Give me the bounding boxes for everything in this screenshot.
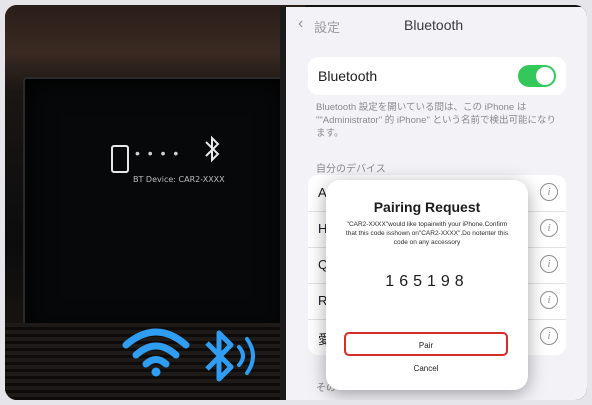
bluetooth-toggle-row: Bluetooth — [308, 57, 566, 95]
dialog-message: "CAR2-XXXX"would like topairwith your iP… — [345, 221, 509, 246]
bluetooth-toggle[interactable] — [518, 65, 556, 87]
toggle-knob — [536, 67, 554, 85]
bluetooth-description: Bluetooth 設定を開いている間は、この iPhone は ""Admin… — [316, 102, 556, 139]
my-devices-header: 自分のデバイス — [316, 164, 386, 175]
info-icon[interactable]: i — [540, 183, 558, 201]
phone-icon — [111, 145, 129, 173]
info-icon[interactable]: i — [540, 327, 558, 345]
back-chevron-icon[interactable]: ‹ — [298, 15, 303, 33]
image-frame: • • • • BT Device: CAR2-XXXX ‹ 設定 Blueto… — [5, 5, 587, 400]
cancel-button[interactable]: Cancel — [344, 364, 508, 380]
pairing-code: 165198 — [385, 273, 469, 290]
page-title: Bluetooth — [404, 17, 464, 33]
connecting-dots: • • • • — [135, 145, 181, 161]
car-dashboard: • • • • BT Device: CAR2-XXXX — [5, 5, 305, 400]
bluetooth-toggle-label: Bluetooth — [318, 68, 378, 84]
bluetooth-waves-icon — [205, 330, 255, 382]
pair-button[interactable]: Pair — [344, 332, 508, 356]
wifi-icon — [122, 328, 190, 377]
back-button[interactable]: 設定 — [314, 17, 340, 36]
car-display — [23, 77, 289, 336]
bt-device-label: BT Device: CAR2-XXXX — [133, 175, 225, 184]
pairing-request-dialog: Pairing Request "CAR2-XXXX"would like to… — [326, 180, 528, 390]
dialog-title: Pairing Request — [373, 199, 481, 215]
bluetooth-icon — [205, 135, 220, 163]
info-icon[interactable]: i — [540, 291, 558, 309]
info-icon[interactable]: i — [540, 255, 558, 273]
nav-bar: ‹ 設定 Bluetooth — [286, 7, 587, 41]
info-icon[interactable]: i — [540, 219, 558, 237]
